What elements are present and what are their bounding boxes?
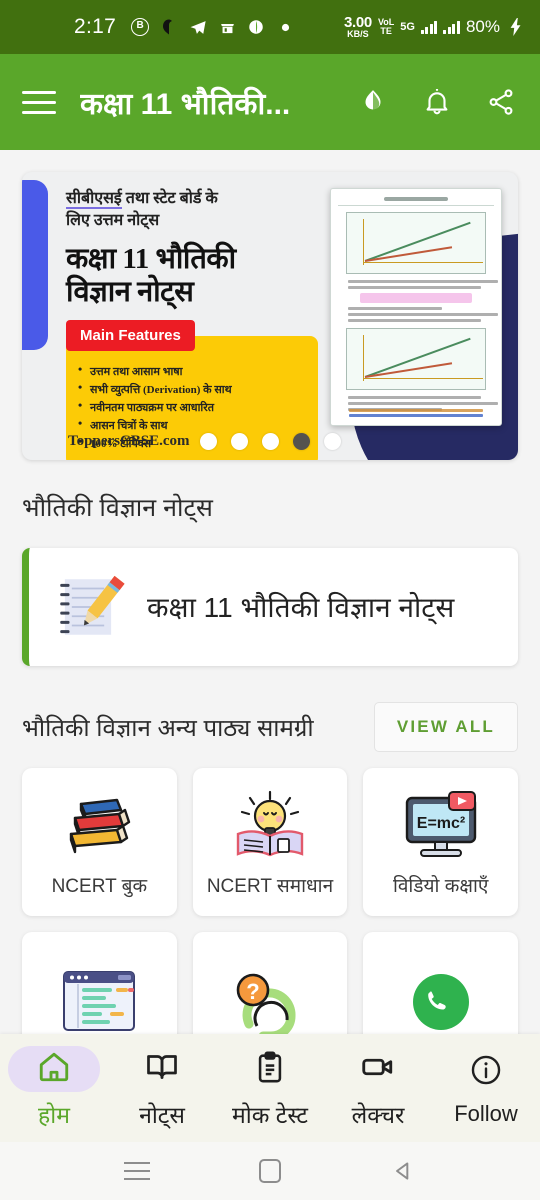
banner-feature-item: सभी व्युत्पत्ति (Derivation) के साथ (76, 380, 308, 398)
banner-features-badge: Main Features (66, 320, 195, 351)
dot-icon (275, 17, 295, 37)
svg-text:E=mc²: E=mc² (416, 815, 464, 832)
carousel-dots[interactable] (22, 433, 518, 450)
nav-item-home[interactable]: होम (0, 1046, 108, 1130)
battery-percent-label: 80% (465, 17, 500, 36)
material-section-header: भौतिकी विज्ञान अन्य पाठ्य सामग्री VIEW A… (0, 666, 540, 752)
material-card-label: NCERT बुक (51, 876, 148, 897)
nav-label: नोट्स (139, 1102, 185, 1128)
material-card-ncert-book[interactable]: NCERT बुक (22, 768, 177, 916)
status-bar: 2:17 B 3.00 KB/S VoL TE 5G 80% (0, 0, 540, 54)
video-camera-icon (360, 1049, 396, 1090)
banner-text-block: सीबीएसई तथा स्टेट बोर्ड के लिए उत्तम नोट… (66, 188, 326, 308)
monitor-emc2-icon: E=mc² (399, 786, 483, 864)
b-circle-icon: B (130, 17, 150, 37)
signal-bars-sim2-icon (443, 20, 460, 34)
nav-item-notes[interactable]: नोट्स (108, 1046, 216, 1130)
hamburger-icon[interactable] (22, 90, 56, 114)
status-bar-clock: 2:17 (74, 15, 117, 38)
material-card-video-classes[interactable]: E=mc² विडियो कक्षाएँ (363, 768, 518, 916)
lightbulb-book-icon (230, 786, 310, 864)
notification-bell-icon[interactable] (420, 85, 454, 119)
system-navigation-bar (0, 1142, 540, 1200)
nav-label: मोक टेस्ट (232, 1102, 308, 1128)
nav-item-follow[interactable]: Follow (432, 1049, 540, 1127)
banner-feature-item: आसन चित्रों के साथ (76, 416, 308, 434)
globe-icon (246, 17, 266, 37)
books-stack-icon (59, 786, 139, 864)
open-book-icon (144, 1049, 180, 1090)
phone-screen: 2:17 B 3.00 KB/S VoL TE 5G 80% कक्षा 11 … (0, 0, 540, 1200)
notes-section-heading: भौतिकी विज्ञान नोट्स (22, 494, 213, 522)
clipboard-icon (253, 1050, 287, 1089)
banner-subtitle: सीबीएसई तथा स्टेट बोर्ड के लिए उत्तम नोट… (66, 190, 218, 229)
banner-feature-item: उत्तम तथा आसाम भाषा (76, 362, 308, 380)
nav-label: होम (38, 1102, 70, 1128)
store-icon (217, 17, 237, 37)
volte-icon: VoL TE (377, 16, 395, 36)
charging-bolt-icon (506, 17, 526, 37)
nav-item-lecture[interactable]: लेक्चर (324, 1046, 432, 1130)
network-type-label: 5G (400, 21, 415, 33)
dashboard-window-icon (58, 963, 140, 1041)
carousel-dot[interactable] (323, 433, 341, 450)
notes-card[interactable]: कक्षा 11 भौतिकी विज्ञान नोट्स (22, 548, 518, 666)
data-rate-indicator: 3.00 KB/S (343, 14, 372, 39)
app-bar: कक्षा 11 भौतिकी... (0, 54, 540, 150)
mail-icon (159, 17, 179, 37)
back-triangle-icon[interactable] (386, 1154, 420, 1188)
carousel-dot[interactable] (261, 433, 279, 450)
nav-label: Follow (454, 1101, 518, 1126)
banner-title: कक्षा 11 भौतिकी विज्ञान नोट्स (66, 243, 236, 308)
signal-bars-sim1-icon (420, 20, 438, 34)
share-icon[interactable] (484, 85, 518, 119)
nav-item-mock-test[interactable]: मोक टेस्ट (216, 1046, 324, 1130)
home-square-icon[interactable] (253, 1154, 287, 1188)
banner-blue-accent (22, 180, 48, 350)
telegram-icon (188, 17, 208, 37)
carousel-dot[interactable] (230, 433, 248, 450)
svg-text:?: ? (246, 979, 259, 1004)
whatsapp-icon (402, 963, 480, 1041)
notepad-pencil-icon (29, 570, 147, 644)
bottom-navigation-bar: होम नोट्स मोक टेस्ट लेक्चर Follow (0, 1034, 540, 1142)
carousel-dot[interactable] (199, 433, 217, 450)
material-card-label: NCERT समाधान (206, 876, 334, 897)
notes-card-label: कक्षा 11 भौतिकी विज्ञान नोट्स (147, 592, 455, 623)
question-mark-icon: ? (229, 963, 311, 1041)
app-bar-actions (356, 85, 518, 119)
recent-apps-icon[interactable] (120, 1154, 154, 1188)
material-card-label: विडियो कक्षाएँ (392, 876, 489, 897)
page-title: कक्षा 11 भौतिकी... (80, 87, 291, 121)
home-icon (36, 1049, 72, 1090)
carousel-dot-active[interactable] (292, 433, 310, 450)
theme-drop-icon[interactable] (356, 85, 390, 119)
banner-notes-preview-image (330, 188, 502, 426)
material-grid: NCERT बुक NCERT समाधान E=mc² विडियो कक्ष… (0, 752, 540, 1080)
info-circle-icon (469, 1053, 503, 1092)
nav-label: लेक्चर (351, 1102, 405, 1128)
material-card-ncert-solutions[interactable]: NCERT समाधान (192, 768, 348, 916)
view-all-button[interactable]: VIEW ALL (373, 702, 518, 752)
banner-carousel[interactable]: सीबीएसई तथा स्टेट बोर्ड के लिए उत्तम नोट… (0, 150, 540, 460)
banner-slide[interactable]: सीबीएसई तथा स्टेट बोर्ड के लिए उत्तम नोट… (22, 172, 518, 460)
status-bar-notification-icons: B (130, 17, 295, 37)
status-bar-system-icons: 3.00 KB/S VoL TE 5G 80% (344, 15, 526, 39)
material-section-heading: भौतिकी विज्ञान अन्य पाठ्य सामग्री (22, 714, 314, 742)
banner-feature-item: नवीनतम पाठ्यक्रम पर आधारित (76, 398, 308, 416)
